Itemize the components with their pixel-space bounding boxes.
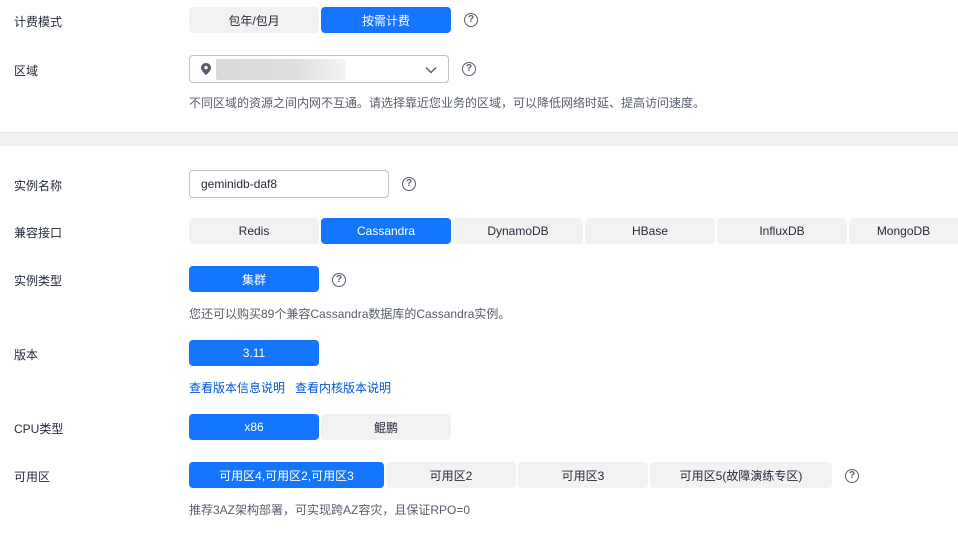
az-help-icon[interactable]: ? — [845, 469, 859, 483]
cpu-option-kunpeng[interactable]: 鲲鹏 — [321, 414, 451, 440]
compat-option-dynamodb[interactable]: DynamoDB — [453, 218, 583, 244]
location-pin-icon — [201, 63, 211, 75]
compat-option-influxdb[interactable]: InfluxDB — [717, 218, 847, 244]
az-label: 可用区 — [14, 470, 51, 484]
az-option-4-2-3[interactable]: 可用区4,可用区2,可用区3 — [189, 462, 384, 488]
region-label: 区域 — [14, 64, 39, 78]
az-option-2[interactable]: 可用区2 — [386, 462, 516, 488]
billing-option-yearly[interactable]: 包年/包月 — [189, 7, 319, 33]
version-info-link[interactable]: 查看版本信息说明 — [189, 379, 285, 396]
billing-option-on-demand[interactable]: 按需计费 — [321, 7, 451, 33]
az-option-3[interactable]: 可用区3 — [518, 462, 648, 488]
az-hint: 推荐3AZ架构部署，可实现跨AZ容灾，且保证RPO=0 — [189, 503, 471, 517]
billing-label: 计费模式 — [14, 15, 63, 29]
az-option-5-fault-drill[interactable]: 可用区5(故障演练专区) — [650, 462, 832, 488]
region-help-icon[interactable]: ? — [462, 62, 476, 76]
section-divider — [0, 132, 958, 146]
instance-type-help-icon[interactable]: ? — [332, 273, 346, 287]
instance-type-hint: 您还可以购买89个兼容Cassandra数据库的Cassandra实例。 — [189, 307, 511, 321]
chevron-down-icon — [425, 67, 437, 74]
cpu-label: CPU类型 — [14, 422, 64, 436]
billing-help-icon[interactable]: ? — [464, 13, 478, 27]
instance-name-help-icon[interactable]: ? — [402, 177, 416, 191]
instance-type-label: 实例类型 — [14, 274, 63, 288]
instance-type-option-cluster[interactable]: 集群 — [189, 266, 319, 292]
region-hint: 不同区域的资源之间内网不互通。请选择靠近您业务的区域，可以降低网络时延、提高访问… — [189, 96, 706, 110]
region-value-redacted — [216, 59, 346, 80]
compat-label: 兼容接口 — [14, 226, 63, 240]
instance-name-label: 实例名称 — [14, 179, 63, 193]
cpu-option-x86[interactable]: x86 — [189, 414, 319, 440]
version-label: 版本 — [14, 348, 39, 362]
compat-option-hbase[interactable]: HBase — [585, 218, 715, 244]
region-select[interactable] — [189, 55, 449, 83]
compat-option-mongodb[interactable]: MongoDB — [849, 218, 958, 244]
instance-name-input[interactable]: geminidb-daf8 — [189, 170, 389, 198]
kernel-version-link[interactable]: 查看内核版本说明 — [295, 379, 391, 396]
compat-option-cassandra[interactable]: Cassandra — [321, 218, 451, 244]
version-option-3-11[interactable]: 3.11 — [189, 340, 319, 366]
compat-option-redis[interactable]: Redis — [189, 218, 319, 244]
